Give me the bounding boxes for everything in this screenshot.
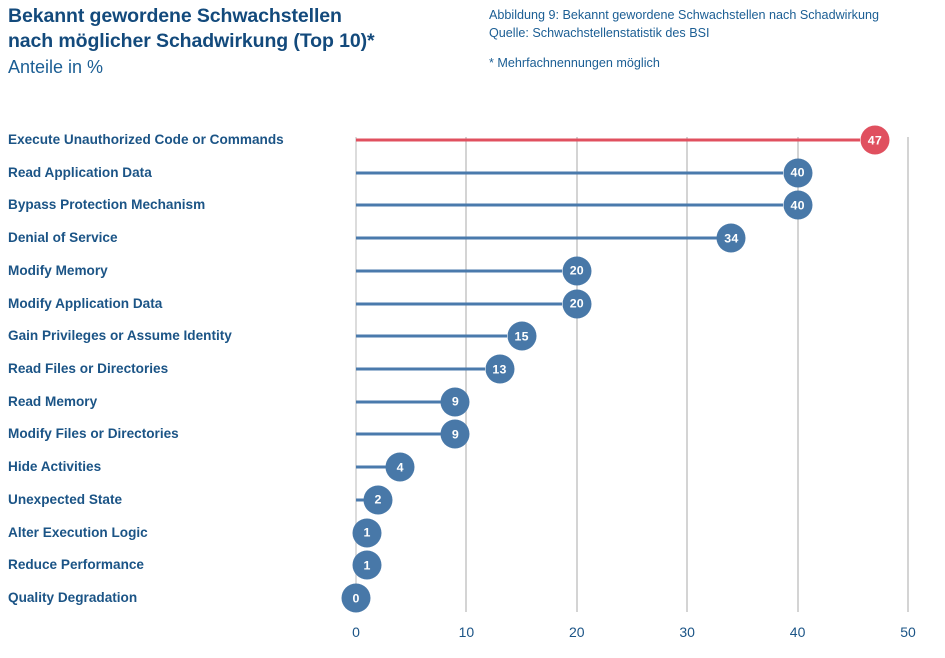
- value-bubble: 40: [783, 190, 813, 220]
- gridline-30: [686, 137, 689, 612]
- category-label: Modify Memory: [8, 262, 108, 278]
- x-axis: 0 10 20 30 40 50: [0, 612, 945, 652]
- value-bubble: 15: [507, 321, 537, 351]
- value-bubble: 13: [485, 354, 515, 384]
- value-stem: [356, 498, 364, 502]
- value-stem: [356, 465, 386, 469]
- value-bubble: 9: [440, 419, 470, 449]
- value-bubble: 20: [562, 256, 592, 286]
- value-bubble: 20: [562, 289, 592, 319]
- x-tick-label: 10: [458, 624, 475, 640]
- gridline-50: [907, 137, 909, 612]
- category-label: Read Memory: [8, 393, 98, 409]
- category-label: Alter Execution Logic: [8, 524, 148, 540]
- value-stem: [356, 203, 784, 207]
- value-bubble: 40: [783, 158, 813, 188]
- value-bubble: 1: [352, 518, 382, 548]
- chart-page: Bekannt gewordene Schwachstellen nach mö…: [0, 0, 945, 658]
- value-stem: [356, 400, 441, 404]
- lollipop-chart: Execute Unauthorized Code or Commands 47 R…: [0, 0, 945, 658]
- category-label: Bypass Protection Mechanism: [8, 197, 206, 213]
- category-label: Read Application Data: [8, 164, 152, 180]
- value-stem: [356, 367, 486, 371]
- x-tick-label: 50: [900, 624, 916, 640]
- value-bubble: 34: [716, 223, 746, 253]
- value-stem: [356, 236, 717, 240]
- value-stem: [356, 269, 563, 273]
- plot-area: [355, 137, 909, 612]
- value-bubble: 4: [385, 452, 415, 482]
- value-bubble: 1: [352, 550, 382, 580]
- gridline-20: [575, 137, 578, 612]
- value-stem: [356, 138, 861, 142]
- category-label: Read Files or Directories: [8, 361, 169, 377]
- category-label: Hide Activities: [8, 459, 102, 475]
- value-bubble: 47: [860, 125, 890, 155]
- x-tick-label: 0: [352, 624, 360, 640]
- value-bubble: 2: [363, 485, 393, 515]
- category-label: Denial of Service: [8, 230, 118, 246]
- x-tick-label: 40: [789, 624, 806, 640]
- category-label: Execute Unauthorized Code or Commands: [8, 132, 284, 147]
- value-stem: [356, 432, 441, 436]
- category-label: Unexpected State: [8, 491, 123, 507]
- category-label: Reduce Performance: [8, 557, 144, 573]
- gridline-10: [465, 137, 468, 612]
- value-stem: [356, 171, 784, 175]
- value-bubble: 9: [440, 387, 470, 417]
- value-stem: [356, 302, 563, 306]
- category-label: Quality Degradation: [8, 590, 138, 606]
- value-bubble: 0: [341, 583, 371, 613]
- x-tick-label: 30: [679, 624, 695, 640]
- category-label: Modify Application Data: [8, 295, 163, 311]
- category-label: Modify Files or Directories: [8, 426, 179, 442]
- value-stem: [356, 334, 508, 338]
- category-label: Gain Privileges or Assume Identity: [8, 328, 232, 344]
- x-tick-label: 20: [569, 624, 585, 640]
